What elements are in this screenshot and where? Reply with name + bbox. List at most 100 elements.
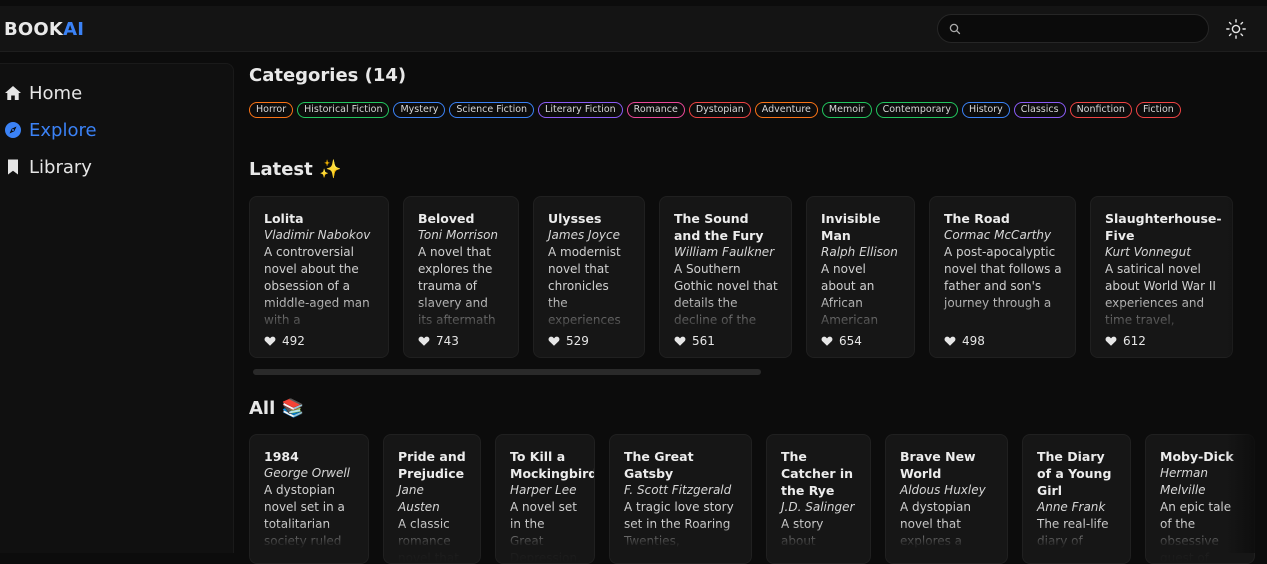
card-fade [767,523,870,563]
book-author: George Orwell [264,466,351,480]
book-author: Aldous Huxley [900,483,986,497]
logo[interactable]: BOOKAI [4,19,84,40]
category-tag[interactable]: Science Fiction [449,102,535,118]
book-title: Pride and Prejudice [398,449,466,481]
card-fade [250,523,368,563]
card-fade [250,297,388,357]
book-author: William Faulkner [674,245,775,259]
latest-title: Latest ✨ [249,159,342,180]
likes-value: 612 [1123,334,1146,348]
sidebar-item-library[interactable]: Library [4,153,92,181]
sidebar: Home Explore Library [0,63,234,553]
card-fade [1091,297,1232,357]
heart-icon [548,335,566,347]
latest-scrollbar[interactable] [253,369,761,375]
book-title: Beloved [418,211,475,226]
latest-books-row: Lolita Vladimir Nabokov A controversial no… [249,196,1233,358]
book-title: The Catcher in the Rye [781,449,854,498]
search-bar[interactable] [937,14,1209,43]
book-title: Invisible Man [821,211,881,243]
likes-value: 529 [566,334,589,348]
category-tag[interactable]: Fiction [1135,102,1181,118]
book-author: J.D. Salinger [781,500,855,514]
likes-count[interactable]: 743 [418,334,459,348]
book-title: To Kill a Mockingbird [510,449,595,481]
book-card[interactable]: The Great Gatsby F. Scott Fitzgerald A tra… [609,434,752,564]
book-author: Kurt Vonnegut [1105,245,1191,259]
book-author: Vladimir Nabokov [264,228,371,242]
card-fade [930,297,1075,357]
bookmark-icon [4,158,22,176]
category-tag[interactable]: Mystery [393,102,446,118]
book-card[interactable]: The Catcher in the RyeJ.D. SalingerA sto… [766,434,871,564]
sidebar-item-home[interactable]: Home [4,79,82,107]
book-title: The Great Gatsby [624,449,694,481]
likes-value: 743 [436,334,459,348]
book-title: The Diary of a Young Girl [1037,449,1112,498]
all-title: All 📚 [249,398,304,419]
sidebar-item-label: Explore [29,119,97,141]
likes-count[interactable]: 612 [1105,334,1146,348]
book-card[interactable]: The Diary of a Young GirlAnne FrankThe r… [1022,434,1131,564]
book-card[interactable]: Pride and PrejudiceJane AustenA classic … [383,434,481,564]
category-tag[interactable]: Historical Fiction [297,102,390,118]
category-tags: Horror Historical Fiction Mystery Science F… [249,102,1249,118]
book-title: The Sound and the Fury [674,211,764,243]
book-title: 1984 [264,449,299,464]
book-author: Toni Morrison [418,228,499,242]
book-card[interactable]: Invisible Man Ralph Ellison A novel about … [806,196,915,358]
likes-value: 654 [839,334,862,348]
category-tag[interactable]: Contemporary [875,102,958,118]
heart-icon [264,335,282,347]
likes-count[interactable]: 492 [264,334,305,348]
likes-value: 561 [692,334,715,348]
book-card[interactable]: Lolita Vladimir Nabokov A controversial no… [249,196,389,358]
book-card[interactable]: To Kill a Mockingbird Harper Lee A novel s… [495,434,595,564]
likes-count[interactable]: 654 [821,334,862,348]
book-card[interactable]: 1984 George Orwell A dystopian novel set i… [249,434,369,564]
book-card[interactable]: The Road Cormac McCarthy A post-apocalypti… [929,196,1076,358]
category-tag[interactable]: Nonfiction [1069,102,1132,118]
likes-count[interactable]: 529 [548,334,589,348]
book-author: Cormac McCarthy [944,228,1052,242]
book-author: Jane Austen [398,483,440,514]
likes-value: 498 [962,334,985,348]
category-tag[interactable]: Memoir [821,102,872,118]
card-fade [404,297,518,357]
category-tag[interactable]: Classics [1013,102,1066,118]
category-tag[interactable]: Romance [626,102,685,118]
category-tag[interactable]: Horror [249,102,294,118]
category-tag[interactable]: Dystopian [688,102,751,118]
book-card[interactable]: The Sound and the Fury William Faulkner A … [659,196,792,358]
book-card[interactable]: Beloved Toni Morrison A novel that explore… [403,196,519,358]
row-edge-fade [1226,190,1267,360]
card-fade [534,297,644,357]
book-title: Slaughterhouse-Five [1105,211,1222,243]
card-fade [1023,523,1130,563]
sidebar-item-label: Library [29,156,92,178]
book-title: Ulysses [548,211,602,226]
card-fade [610,523,751,563]
category-tag[interactable]: History [961,102,1010,118]
sidebar-item-label: Home [29,82,83,104]
book-card[interactable]: Slaughterhouse-Five Kurt Vonnegut A satiri… [1090,196,1233,358]
category-tag[interactable]: Literary Fiction [538,102,623,118]
book-card[interactable]: Brave New World Aldous Huxley A dystopian … [885,434,1008,564]
category-tag[interactable]: Adventure [754,102,818,118]
sun-icon[interactable] [1225,18,1247,40]
search-icon [949,23,961,35]
likes-count[interactable]: 498 [944,334,985,348]
search-input[interactable] [968,19,1198,39]
book-author: F. Scott Fitzgerald [624,483,732,497]
all-books-row: 1984 George Orwell A dystopian novel set i… [249,434,1255,564]
logo-ai: AI [63,19,85,40]
book-title: The Road [944,211,1010,226]
compass-icon [4,121,22,139]
book-author: Harper Lee [510,483,577,497]
book-title: Brave New World [900,449,976,481]
book-card[interactable]: Ulysses James Joyce A modernist novel that… [533,196,645,358]
likes-value: 492 [282,334,305,348]
heart-icon [674,335,692,347]
likes-count[interactable]: 561 [674,334,715,348]
sidebar-item-explore[interactable]: Explore [4,116,97,144]
